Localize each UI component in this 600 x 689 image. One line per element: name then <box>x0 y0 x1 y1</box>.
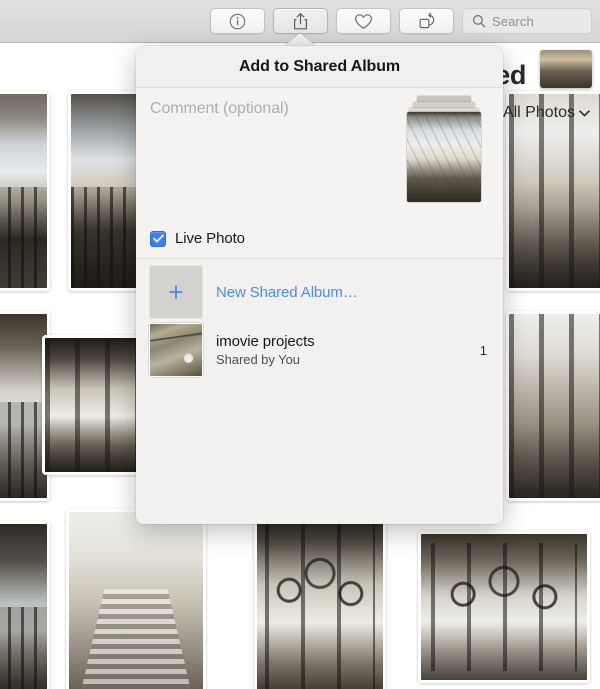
photo-image <box>421 534 587 680</box>
photo-image <box>0 314 47 498</box>
photo-image <box>69 512 203 689</box>
photo-thumbnail[interactable] <box>66 509 206 689</box>
photos-filter-dropdown[interactable]: All Photos <box>503 104 590 122</box>
album-title: imovie projects <box>216 333 315 350</box>
photo-thumbnail[interactable] <box>418 531 590 683</box>
album-subtitle: Shared by You <box>216 352 300 367</box>
plus-icon: + <box>168 277 184 307</box>
chevron-down-icon <box>579 109 590 117</box>
favorite-button[interactable] <box>336 8 391 34</box>
photo-image <box>0 94 47 288</box>
photos-filter-label: All Photos <box>502 104 575 121</box>
search-field[interactable]: Search <box>462 8 592 34</box>
selected-photo-preview <box>407 112 481 202</box>
new-album-thumbnail: + <box>150 266 202 318</box>
photo-image <box>0 524 47 689</box>
search-placeholder: Search <box>492 13 534 29</box>
photo-thumbnail[interactable] <box>254 509 386 689</box>
live-photo-checkbox[interactable] <box>150 230 166 247</box>
list-item[interactable]: imovie projects Shared by You 1 <box>136 321 503 379</box>
album-thumbnail <box>150 324 202 376</box>
photo-image <box>509 314 600 498</box>
photo-thumbnail[interactable] <box>0 521 50 689</box>
photo-image <box>509 94 600 288</box>
popover-arrow <box>283 33 317 47</box>
photo-thumbnail[interactable] <box>0 91 50 291</box>
selected-photos-stack <box>407 96 481 202</box>
heart-icon <box>354 13 373 30</box>
comment-area[interactable]: Comment (optional) <box>136 88 503 219</box>
live-photo-row[interactable]: Live Photo <box>136 219 503 259</box>
rotate-button[interactable] <box>399 8 454 34</box>
photo-thumbnail[interactable] <box>506 311 600 501</box>
add-to-shared-album-popover: Add to Shared Album Comment (optional) L… <box>136 46 503 524</box>
new-shared-album-label: New Shared Album… <box>216 283 358 301</box>
new-shared-album-row[interactable]: + New Shared Album… <box>136 263 503 321</box>
rotate-counterclockwise-icon <box>417 12 437 30</box>
share-upload-icon <box>292 12 309 31</box>
photo-image <box>257 512 383 689</box>
shared-album-list: + New Shared Album… imovie projects Shar… <box>136 259 503 524</box>
album-count: 1 <box>479 342 487 358</box>
header-album-thumbnail <box>540 50 592 88</box>
photos-app-window: ed All Photos Search Add to Shared Album… <box>0 0 600 689</box>
info-circle-icon <box>229 13 246 30</box>
info-button[interactable] <box>210 8 265 34</box>
search-icon <box>472 14 486 28</box>
checkmark-icon <box>152 234 164 243</box>
live-photo-label: Live Photo <box>175 230 245 247</box>
share-button[interactable] <box>273 8 328 34</box>
popover-title: Add to Shared Album <box>136 46 503 88</box>
